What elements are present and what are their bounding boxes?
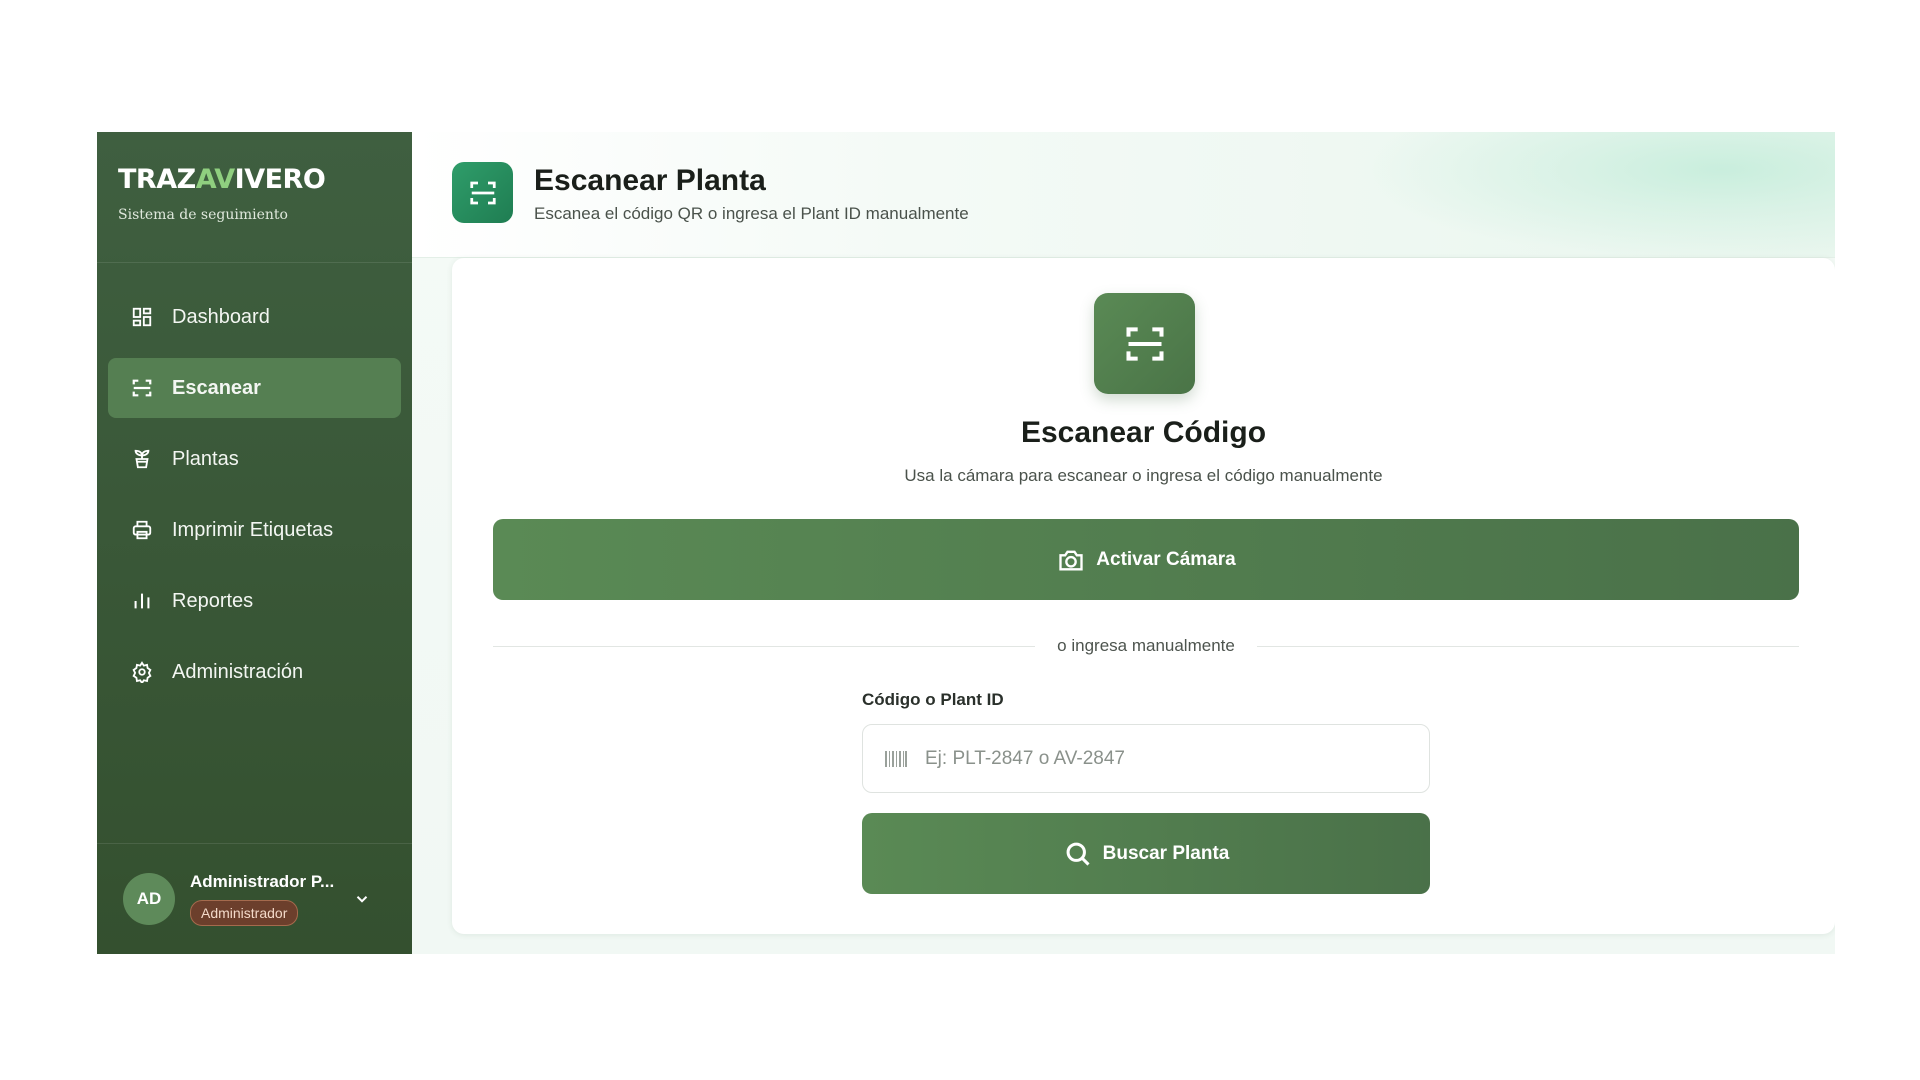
- sidebar-item-plantas[interactable]: Plantas: [108, 429, 401, 489]
- search-plant-button[interactable]: Buscar Planta: [862, 813, 1430, 894]
- brand-subtitle: Sistema de seguimiento: [118, 207, 288, 223]
- app-window: TRAZAVIVERO Sistema de seguimiento Dashb…: [97, 132, 1835, 954]
- page-subtitle: Escanea el código QR o ingresa el Plant …: [534, 204, 969, 223]
- brand-logo[interactable]: TRAZAVIVERO: [118, 164, 412, 195]
- sidebar-item-label: Reportes: [172, 589, 254, 612]
- chevron-down-icon[interactable]: [352, 889, 372, 909]
- main-content: Escanear Planta Escanea el código QR o i…: [412, 132, 1835, 954]
- printer-icon: [130, 518, 154, 542]
- sidebar: TRAZAVIVERO Sistema de seguimiento Dashb…: [97, 132, 412, 954]
- user-info: Administrador P... Administrador: [190, 872, 340, 926]
- divider-text: o ingresa manualmente: [1057, 636, 1235, 655]
- card-title: Escanear Código: [1020, 416, 1267, 449]
- page-header: Escanear Planta Escanea el código QR o i…: [412, 132, 1835, 258]
- plant-icon: [130, 447, 154, 471]
- activate-camera-label: Activar Cámara: [1096, 548, 1236, 570]
- scan-card: Escanear Código Usa la cámara para escan…: [452, 258, 1835, 934]
- sidebar-item-reportes[interactable]: Reportes: [108, 571, 401, 631]
- sidebar-item-label: Plantas: [172, 447, 239, 470]
- divider-line: [493, 645, 1036, 647]
- brand-title-part2: IVERO: [234, 164, 326, 195]
- gear-icon: [130, 660, 154, 684]
- sidebar-item-escanear[interactable]: Escanear: [108, 358, 401, 418]
- sidebar-item-label: Imprimir Etiquetas: [172, 518, 334, 541]
- brand: TRAZAVIVERO Sistema de seguimiento: [97, 132, 412, 263]
- activate-camera-button[interactable]: Activar Cámara: [493, 519, 1799, 600]
- avatar: AD: [123, 873, 175, 925]
- card-subtitle: Usa la cámara para escanear o ingresa el…: [904, 466, 1383, 485]
- dashboard-icon: [130, 305, 154, 329]
- search-plant-label: Buscar Planta: [1102, 842, 1230, 864]
- brand-title-part1: TRAZ: [118, 164, 196, 195]
- scan-icon: [452, 162, 513, 223]
- sidebar-item-label: Administración: [172, 660, 304, 683]
- plant-id-input[interactable]: [925, 747, 1405, 770]
- barcode-icon: [884, 748, 908, 770]
- search-icon: [1063, 839, 1093, 869]
- sidebar-item-administracion[interactable]: Administración: [108, 642, 401, 702]
- divider-line: [1256, 645, 1800, 647]
- divider: o ingresa manualmente: [493, 635, 1800, 657]
- plant-id-field[interactable]: [862, 724, 1430, 793]
- scan-icon: [130, 376, 154, 400]
- bar-chart-icon: [130, 589, 154, 613]
- camera-icon: [1056, 545, 1086, 575]
- scan-icon: [1094, 293, 1195, 394]
- user-name: Administrador P...: [190, 872, 335, 891]
- sidebar-item-label: Escanear: [172, 376, 261, 399]
- sidebar-item-dashboard[interactable]: Dashboard: [108, 287, 401, 347]
- sidebar-item-label: Dashboard: [172, 305, 270, 328]
- plant-id-label: Código o Plant ID: [862, 690, 1004, 709]
- brand-title-accent: AV: [195, 164, 235, 195]
- sidebar-item-imprimir-etiquetas[interactable]: Imprimir Etiquetas: [108, 500, 401, 560]
- page-title: Escanear Planta: [534, 164, 766, 197]
- sidebar-nav: Dashboard Escanear Plantas Imprimir Etiq…: [97, 263, 412, 713]
- user-profile[interactable]: AD Administrador P... Administrador: [97, 843, 412, 954]
- role-badge: Administrador: [190, 900, 299, 926]
